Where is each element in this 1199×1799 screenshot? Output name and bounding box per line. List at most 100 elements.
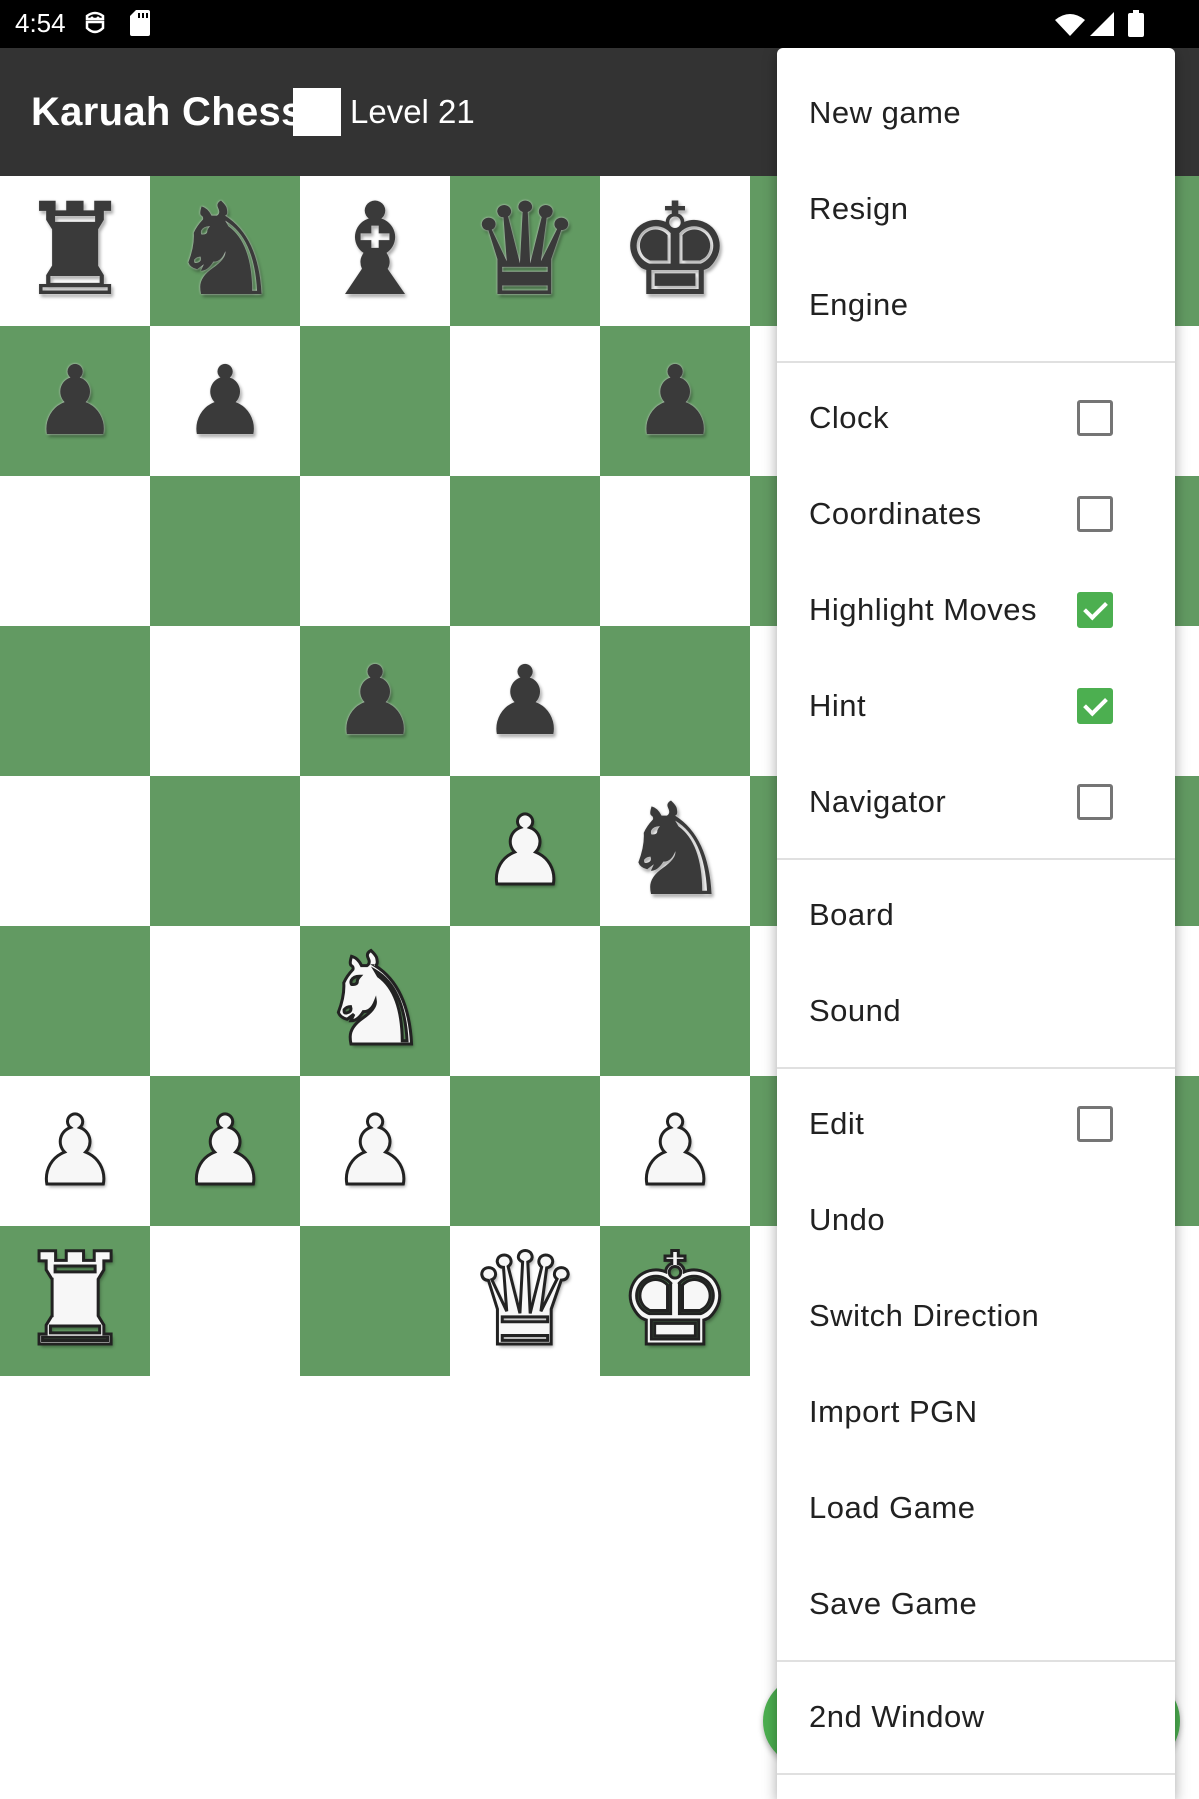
square-d3[interactable] xyxy=(450,926,600,1076)
square-b8[interactable]: ♞ xyxy=(150,176,300,326)
white-pawn-icon[interactable]: ♟ xyxy=(480,802,569,901)
hint-checkbox[interactable] xyxy=(1077,688,1113,724)
black-pawn-icon[interactable]: ♟ xyxy=(482,653,568,749)
coordinates-checkbox[interactable] xyxy=(1077,496,1113,532)
square-b4[interactable] xyxy=(150,776,300,926)
menu-item-label: Engine xyxy=(809,287,909,322)
black-knight-icon[interactable]: ♞ xyxy=(168,187,283,315)
square-b2[interactable]: ♟ xyxy=(150,1076,300,1226)
menu-item-coordinates[interactable]: Coordinates xyxy=(777,466,1175,562)
menu-item-label: 2nd Window xyxy=(809,1699,985,1734)
white-pawn-icon[interactable]: ♟ xyxy=(30,1102,119,1201)
square-c3[interactable]: ♞ xyxy=(300,926,450,1076)
menu-item-label: Load Game xyxy=(809,1490,976,1525)
square-b7[interactable]: ♟ xyxy=(150,326,300,476)
square-d6[interactable] xyxy=(450,476,600,626)
black-rook-icon[interactable]: ♜ xyxy=(18,187,133,315)
menu-item-highlight-moves[interactable]: Highlight Moves xyxy=(777,562,1175,658)
menu-item-resign[interactable]: Resign xyxy=(777,161,1175,257)
menu-item-undo[interactable]: Undo xyxy=(777,1172,1175,1268)
square-e1[interactable]: ♚ xyxy=(600,1226,750,1376)
black-pawn-icon[interactable]: ♟ xyxy=(32,353,118,449)
square-a7[interactable]: ♟ xyxy=(0,326,150,476)
square-a5[interactable] xyxy=(0,626,150,776)
square-a6[interactable] xyxy=(0,476,150,626)
menu-divider xyxy=(777,1773,1175,1775)
black-pawn-icon[interactable]: ♟ xyxy=(182,353,268,449)
square-a1[interactable]: ♜ xyxy=(0,1226,150,1376)
square-d5[interactable]: ♟ xyxy=(450,626,600,776)
status-time: 4:54 xyxy=(15,8,66,38)
black-queen-icon[interactable]: ♛ xyxy=(468,187,583,315)
square-a2[interactable]: ♟ xyxy=(0,1076,150,1226)
app-title: Karuah Chess xyxy=(31,90,304,134)
square-c7[interactable] xyxy=(300,326,450,476)
menu-item-edit[interactable]: Edit xyxy=(777,1076,1175,1172)
square-e4[interactable]: ♞ xyxy=(600,776,750,926)
menu-item-engine[interactable]: Engine xyxy=(777,257,1175,353)
android-debug-icon xyxy=(84,10,106,41)
black-king-icon[interactable]: ♚ xyxy=(618,187,733,315)
menu-item-sound[interactable]: Sound xyxy=(777,963,1175,1059)
square-c6[interactable] xyxy=(300,476,450,626)
white-knight-icon[interactable]: ♞ xyxy=(316,935,434,1066)
menu-item-label: Hint xyxy=(809,688,867,723)
menu-item-navigator[interactable]: Navigator xyxy=(777,754,1175,850)
square-a8[interactable]: ♜ xyxy=(0,176,150,326)
black-pawn-icon[interactable]: ♟ xyxy=(632,353,718,449)
menu-item-label: Highlight Moves xyxy=(809,592,1038,627)
square-b1[interactable] xyxy=(150,1226,300,1376)
menu-item-import-pgn[interactable]: Import PGN xyxy=(777,1364,1175,1460)
edit-checkbox[interactable] xyxy=(1077,1106,1113,1142)
turn-indicator xyxy=(293,88,341,136)
menu-item-2nd-window[interactable]: 2nd Window xyxy=(777,1669,1175,1765)
white-king-icon[interactable]: ♚ xyxy=(616,1235,734,1366)
square-e6[interactable] xyxy=(600,476,750,626)
wifi-icon xyxy=(1055,12,1085,41)
menu-item-hint[interactable]: Hint xyxy=(777,658,1175,754)
square-d7[interactable] xyxy=(450,326,600,476)
menu-item-load-game[interactable]: Load Game xyxy=(777,1460,1175,1556)
navigator-checkbox[interactable] xyxy=(1077,784,1113,820)
square-c8[interactable]: ♝ xyxy=(300,176,450,326)
square-a4[interactable] xyxy=(0,776,150,926)
menu-item-label: Board xyxy=(809,897,895,932)
square-d8[interactable]: ♛ xyxy=(450,176,600,326)
black-knight-icon[interactable]: ♞ xyxy=(618,787,733,915)
square-e7[interactable]: ♟ xyxy=(600,326,750,476)
menu-item-label: Clock xyxy=(809,400,890,435)
menu-item-board[interactable]: Board xyxy=(777,867,1175,963)
menu-item-save-game[interactable]: Save Game xyxy=(777,1556,1175,1652)
menu-item-label: Coordinates xyxy=(809,496,982,531)
menu-item-new-game[interactable]: New game xyxy=(777,65,1175,161)
square-a3[interactable] xyxy=(0,926,150,1076)
square-b6[interactable] xyxy=(150,476,300,626)
menu-item-label: Edit xyxy=(809,1106,865,1141)
square-e3[interactable] xyxy=(600,926,750,1076)
menu-item-label: New game xyxy=(809,95,962,130)
square-d2[interactable] xyxy=(450,1076,600,1226)
highlight-moves-checkbox[interactable] xyxy=(1077,592,1113,628)
square-e2[interactable]: ♟ xyxy=(600,1076,750,1226)
black-bishop-icon[interactable]: ♝ xyxy=(318,187,433,315)
square-b5[interactable] xyxy=(150,626,300,776)
white-pawn-icon[interactable]: ♟ xyxy=(630,1102,719,1201)
square-c4[interactable] xyxy=(300,776,450,926)
white-pawn-icon[interactable]: ♟ xyxy=(330,1102,419,1201)
square-d1[interactable]: ♛ xyxy=(450,1226,600,1376)
white-queen-icon[interactable]: ♛ xyxy=(466,1235,584,1366)
square-c5[interactable]: ♟ xyxy=(300,626,450,776)
black-pawn-icon[interactable]: ♟ xyxy=(332,653,418,749)
square-b3[interactable] xyxy=(150,926,300,1076)
white-rook-icon[interactable]: ♜ xyxy=(16,1235,134,1366)
square-d4[interactable]: ♟ xyxy=(450,776,600,926)
white-pawn-icon[interactable]: ♟ xyxy=(180,1102,269,1201)
menu-divider xyxy=(777,361,1175,363)
menu-item-clock[interactable]: Clock xyxy=(777,370,1175,466)
square-e8[interactable]: ♚ xyxy=(600,176,750,326)
square-e5[interactable] xyxy=(600,626,750,776)
clock-checkbox[interactable] xyxy=(1077,400,1113,436)
square-c2[interactable]: ♟ xyxy=(300,1076,450,1226)
menu-item-switch-direction[interactable]: Switch Direction xyxy=(777,1268,1175,1364)
square-c1[interactable] xyxy=(300,1226,450,1376)
